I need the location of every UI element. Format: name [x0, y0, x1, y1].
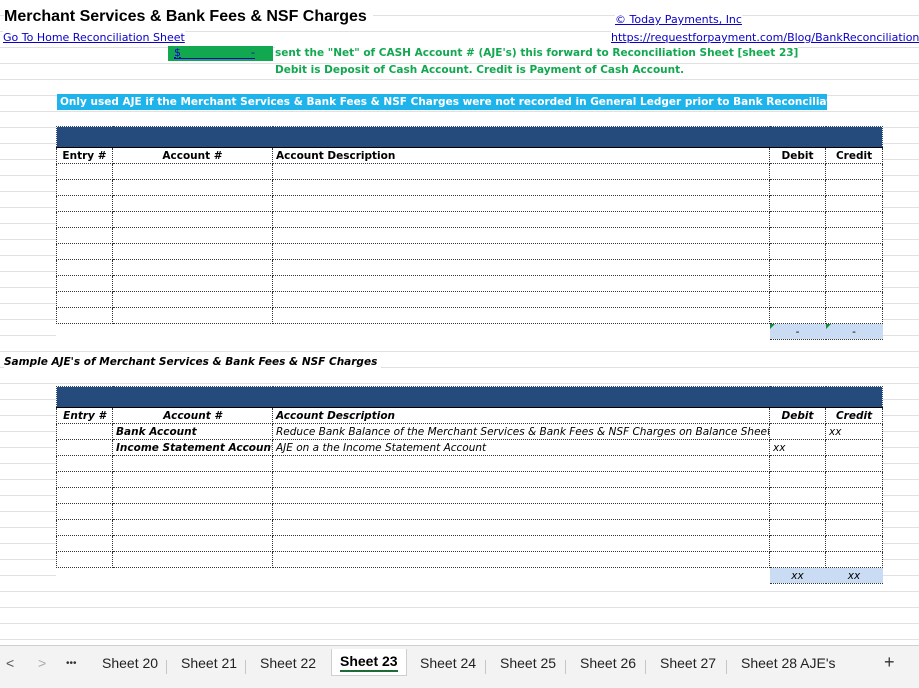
- tab-separator: [166, 660, 167, 674]
- add-sheet-plus-icon[interactable]: +: [884, 652, 895, 673]
- table-row[interactable]: [56, 243, 884, 260]
- debit-cell[interactable]: xx: [769, 439, 826, 456]
- table-row[interactable]: [56, 487, 884, 504]
- blog-url-link[interactable]: https://requestforpayment.com/Blog/BankR…: [611, 31, 919, 44]
- table-header-band: [55, 386, 884, 408]
- sheet-title: Merchant Services & Bank Fees & NSF Char…: [4, 8, 373, 26]
- more-sheets-icon[interactable]: •••: [66, 658, 77, 669]
- company-link[interactable]: © Today Payments, Inc: [615, 13, 742, 26]
- table-row[interactable]: [56, 179, 884, 196]
- table-row[interactable]: [56, 259, 884, 276]
- description-cell[interactable]: AJE on a the Income Statement Account: [272, 439, 770, 456]
- aje-entry-table: Entry # Account # Account Description De…: [55, 126, 884, 340]
- table-row[interactable]: [56, 275, 884, 292]
- net-amount-cell[interactable]: $ -: [168, 46, 273, 61]
- tab-sheet-23[interactable]: Sheet 23: [331, 649, 407, 676]
- debit-total[interactable]: xx: [769, 567, 826, 584]
- tab-sheet-22[interactable]: Sheet 22: [260, 655, 316, 671]
- tab-separator: [565, 660, 566, 674]
- table-row[interactable]: [56, 519, 884, 536]
- col-account: Account #: [112, 147, 273, 164]
- error-indicator-icon: [769, 324, 775, 329]
- tab-sheet-21[interactable]: Sheet 21: [181, 655, 237, 671]
- col-entry: Entry #: [56, 407, 113, 424]
- col-debit: Debit: [769, 407, 826, 424]
- table-row[interactable]: [56, 471, 884, 488]
- tab-separator: [245, 660, 246, 674]
- prev-sheet-chevron-icon[interactable]: <: [6, 655, 14, 671]
- next-sheet-chevron-icon[interactable]: >: [38, 655, 46, 671]
- home-reconciliation-link[interactable]: Go To Home Reconciliation Sheet: [3, 31, 185, 44]
- table-row[interactable]: [56, 195, 884, 212]
- table-row[interactable]: [56, 211, 884, 228]
- table-row[interactable]: Income Statement Account AJE on a the In…: [56, 439, 884, 456]
- tab-separator: [485, 660, 486, 674]
- col-debit: Debit: [769, 147, 826, 164]
- debit-total[interactable]: -: [769, 323, 826, 340]
- tab-sheet-20[interactable]: Sheet 20: [102, 655, 158, 671]
- table-row[interactable]: Bank Account Reduce Bank Balance of the …: [56, 423, 884, 440]
- col-account: Account #: [112, 407, 273, 424]
- table-row[interactable]: [56, 291, 884, 308]
- sample-aje-table: Entry # Account # Account Description De…: [55, 386, 884, 584]
- tab-sheet-28-ajes[interactable]: Sheet 28 AJE's: [741, 655, 836, 671]
- table-row[interactable]: [56, 307, 884, 324]
- table-header-band: [55, 126, 884, 148]
- account-cell[interactable]: Income Statement Account: [112, 439, 273, 456]
- totals-row: - -: [57, 323, 883, 340]
- account-cell[interactable]: Bank Account: [112, 423, 273, 440]
- table-row[interactable]: [56, 535, 884, 552]
- error-indicator-icon: [825, 324, 831, 329]
- debit-credit-note: Debit is Deposit of Cash Account. Credit…: [275, 64, 685, 76]
- tab-sheet-23-label: Sheet 23: [340, 653, 398, 669]
- col-credit: Credit: [824, 407, 884, 424]
- credit-cell[interactable]: [824, 439, 884, 456]
- net-instruction-note: sent the "Net" of CASH Account # (AJE's)…: [275, 47, 799, 59]
- col-description: Account Description: [272, 407, 770, 424]
- sheet-tab-bar: < > ••• Sheet 20 Sheet 21 Sheet 22 Sheet…: [0, 645, 919, 688]
- active-tab-underline: [340, 670, 398, 672]
- credit-total[interactable]: xx: [825, 567, 883, 584]
- col-description: Account Description: [272, 147, 770, 164]
- table-row[interactable]: [56, 455, 884, 472]
- net-amount-value: -: [251, 46, 255, 59]
- tab-separator: [726, 660, 727, 674]
- col-entry: Entry #: [56, 147, 113, 164]
- sample-aje-label: Sample AJE's of Merchant Services & Bank…: [4, 356, 382, 368]
- tab-sheet-25[interactable]: Sheet 25: [500, 655, 556, 671]
- debit-cell[interactable]: [769, 423, 826, 440]
- table-row[interactable]: [56, 551, 884, 568]
- tab-separator: [645, 660, 646, 674]
- amount-underline: [174, 58, 255, 59]
- tab-sheet-24[interactable]: Sheet 24: [420, 655, 476, 671]
- table-row[interactable]: [56, 227, 884, 244]
- description-cell[interactable]: Reduce Bank Balance of the Merchant Serv…: [272, 423, 770, 440]
- credit-total[interactable]: -: [825, 323, 883, 340]
- table-row[interactable]: [56, 163, 884, 180]
- tab-sheet-27[interactable]: Sheet 27: [660, 655, 716, 671]
- tab-sheet-26[interactable]: Sheet 26: [580, 655, 636, 671]
- credit-cell[interactable]: xx: [824, 423, 884, 440]
- table-row[interactable]: [56, 503, 884, 520]
- col-credit: Credit: [824, 147, 884, 164]
- totals-row: xx xx: [57, 567, 883, 584]
- aje-usage-banner: Only used AJE if the Merchant Services &…: [57, 94, 890, 110]
